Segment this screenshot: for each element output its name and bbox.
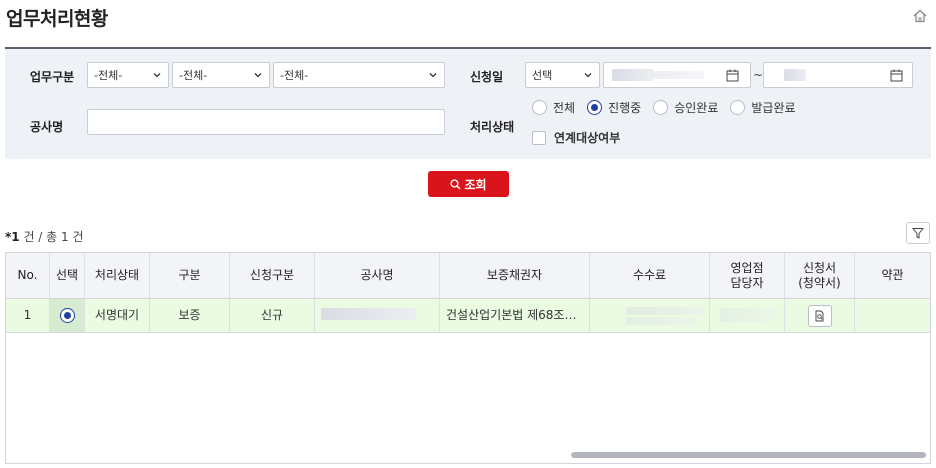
- date-separator: ~: [753, 68, 764, 82]
- search-panel: 업무구분 -전체- -전체- -전체- 신청일 선택 ~ 공사명 처리상태 전체…: [5, 47, 931, 159]
- chevron-down-icon: [153, 73, 161, 78]
- cell-type: 보증: [150, 299, 230, 332]
- construction-name-input[interactable]: [87, 109, 445, 135]
- search-button[interactable]: 조회: [428, 171, 509, 197]
- header-guarantee-creditor: 보증채권자: [440, 253, 590, 298]
- status-radio-issued-label: 발급완료: [751, 101, 796, 115]
- cell-application: [785, 299, 855, 332]
- cell-construction-name: [315, 299, 440, 332]
- count-suffix: 건 / 총 1 건: [19, 230, 84, 244]
- start-date-field[interactable]: [603, 62, 751, 88]
- header-fee: 수수료: [590, 253, 710, 298]
- cell-status: 서명대기: [85, 299, 150, 332]
- home-icon[interactable]: [912, 8, 928, 24]
- redacted-date: [784, 69, 806, 81]
- count-value: 1: [11, 230, 20, 244]
- redacted-fee: [626, 317, 696, 325]
- radio-checked-icon[interactable]: [59, 308, 75, 323]
- radio-unchecked-icon: [730, 100, 746, 115]
- horizontal-scrollbar[interactable]: [571, 452, 926, 458]
- end-date-field[interactable]: [763, 62, 913, 88]
- cell-no: 1: [6, 299, 50, 332]
- linked-target-label: 연계대상여부: [554, 131, 621, 145]
- table-row[interactable]: 1 서명대기 보증 신규 건설산업기본법 제68조…: [6, 299, 930, 333]
- business-type-select-3[interactable]: -전체-: [273, 62, 445, 88]
- status-radio-all-label: 전체: [553, 101, 576, 115]
- header-select: 선택: [50, 253, 85, 298]
- status-radio-all[interactable]: 전체: [532, 99, 575, 116]
- header-type: 구분: [150, 253, 230, 298]
- cell-apply-type: 신규: [230, 299, 315, 332]
- radio-checked-icon: [587, 100, 603, 115]
- header-application: 신청서 (청약서): [785, 253, 855, 298]
- chevron-down-icon: [429, 73, 437, 78]
- cell-select[interactable]: [50, 299, 85, 332]
- status-radio-approved[interactable]: 승인완료: [653, 99, 718, 116]
- calendar-icon[interactable]: [890, 69, 903, 82]
- header-terms: 약관: [881, 268, 904, 282]
- filter-icon: [912, 228, 924, 239]
- redacted-fee: [626, 307, 706, 315]
- cell-terms: [855, 299, 930, 332]
- linked-target-checkbox[interactable]: [532, 130, 546, 145]
- construction-name-label: 공사명: [30, 120, 64, 134]
- search-button-label: 조회: [464, 177, 487, 192]
- business-type-label: 업무구분: [30, 70, 75, 84]
- redacted-date: [654, 71, 704, 79]
- result-count: *1 건 / 총 1 건: [5, 228, 84, 245]
- header-application-line2: (청약서): [798, 275, 841, 290]
- business-type-select-1-value: -전체-: [94, 69, 123, 82]
- status-radio-approved-label: 승인완료: [674, 101, 719, 115]
- header-status: 처리상태: [85, 253, 150, 298]
- header-sales-manager: 영업점 담당자: [710, 253, 785, 298]
- filter-button[interactable]: [906, 222, 930, 244]
- chevron-down-icon: [584, 73, 592, 78]
- header-no: No.: [6, 253, 50, 298]
- radio-unchecked-icon: [532, 100, 547, 115]
- header-apply-type: 신청구분: [230, 253, 315, 298]
- grid-header: No. 선택 처리상태 구분 신청구분 공사명 보증채권자 수수료 영업점 담당…: [6, 253, 930, 299]
- redacted-date: [612, 69, 654, 81]
- search-icon: [450, 178, 461, 190]
- business-type-select-3-value: -전체-: [280, 69, 309, 82]
- business-type-select-1[interactable]: -전체-: [87, 62, 169, 88]
- header-sales-manager-line1: 영업점: [730, 260, 764, 275]
- status-radio-in-progress[interactable]: 진행중: [587, 99, 641, 116]
- chevron-down-icon: [254, 73, 262, 78]
- apply-date-label: 신청일: [470, 70, 504, 84]
- apply-date-select-value: 선택: [532, 69, 553, 82]
- redacted-sales-manager: [720, 308, 775, 322]
- page-title: 업무처리현황: [6, 8, 108, 30]
- cell-guarantee-creditor: 건설산업기본법 제68조…: [440, 299, 590, 332]
- header-construction-name: 공사명: [315, 253, 440, 298]
- business-type-select-2-value: -전체-: [179, 69, 208, 82]
- linked-target-checkbox-row[interactable]: 연계대상여부: [532, 129, 620, 146]
- document-search-icon: [815, 310, 823, 321]
- status-radio-issued[interactable]: 발급완료: [730, 99, 796, 116]
- apply-date-select[interactable]: 선택: [525, 62, 600, 88]
- header-application-line1: 신청서: [802, 260, 837, 275]
- result-grid: No. 선택 처리상태 구분 신청구분 공사명 보증채권자 수수료 영업점 담당…: [5, 252, 931, 464]
- view-application-button[interactable]: [807, 304, 832, 327]
- radio-unchecked-icon: [653, 100, 669, 115]
- redacted-construction-name: [321, 308, 416, 320]
- header-sales-manager-line2: 담당자: [730, 275, 764, 290]
- business-type-select-2[interactable]: -전체-: [172, 62, 270, 88]
- calendar-icon[interactable]: [726, 69, 739, 82]
- status-radio-group: 전체 진행중 승인완료 발급완료: [532, 99, 808, 116]
- status-radio-in-progress-label: 진행중: [608, 101, 642, 115]
- status-label: 처리상태: [470, 120, 515, 134]
- cell-sales-manager: [710, 299, 785, 332]
- cell-fee: [590, 299, 710, 332]
